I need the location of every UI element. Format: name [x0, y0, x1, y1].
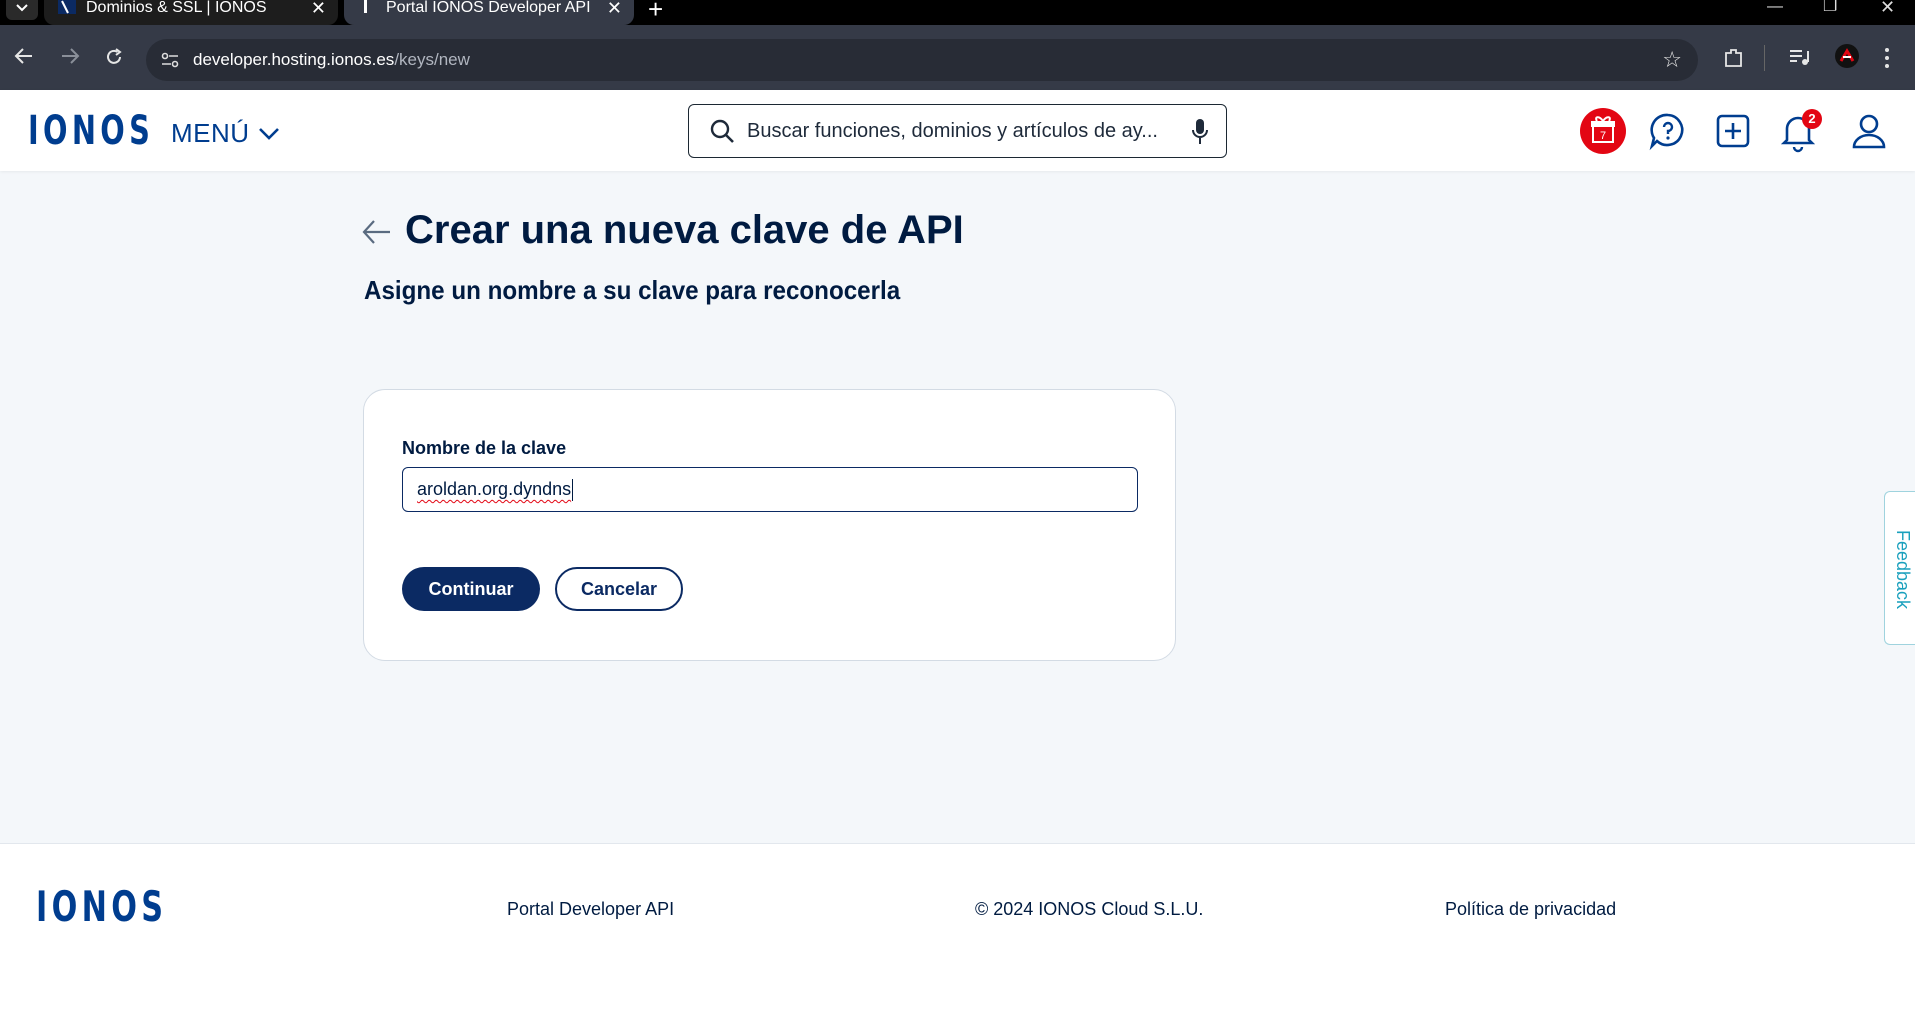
menu-label: MENÚ	[171, 118, 250, 148]
tab-developer-portal[interactable]: Portal IONOS Developer API ✕	[344, 0, 634, 25]
create-key-form-card: Nombre de la clave aroldan.org.dyndns Co…	[363, 389, 1176, 661]
ionos-favicon-icon	[364, 0, 367, 13]
restore-icon[interactable]: ❐	[1823, 0, 1837, 15]
page-title: Crear una nueva clave de API	[405, 208, 964, 252]
site-footer: IONOS Portal Developer API © 2024 IONOS …	[0, 843, 1915, 1013]
key-name-input[interactable]: aroldan.org.dyndns	[402, 467, 1138, 512]
cancel-button[interactable]: Cancelar	[555, 567, 683, 611]
notifications-badge: 2	[1802, 109, 1822, 129]
feedback-tab[interactable]: Feedback	[1884, 491, 1915, 645]
new-tab-button[interactable]: +	[648, 0, 663, 22]
microphone-icon[interactable]	[1192, 118, 1208, 146]
key-name-value: aroldan.org.dyndns	[417, 479, 572, 499]
site-settings-icon[interactable]	[160, 50, 180, 70]
footer-copyright: © 2024 IONOS Cloud S.L.U.	[975, 899, 1204, 919]
back-icon[interactable]	[14, 47, 34, 65]
toolbar-divider	[1764, 45, 1765, 71]
tab-search-button[interactable]	[6, 0, 38, 20]
more-menu-icon[interactable]	[1884, 47, 1890, 69]
ionos-favicon-icon	[58, 0, 76, 14]
bookmark-star-icon[interactable]: ☆	[1662, 47, 1682, 73]
footer-portal-link[interactable]: Portal Developer API	[507, 899, 674, 920]
tab-title: Portal IONOS Developer API	[386, 0, 591, 16]
chevron-down-icon	[258, 127, 279, 140]
tab-title: Dominios & SSL | IONOS	[86, 0, 267, 16]
minimize-icon[interactable]: —	[1767, 0, 1783, 15]
search-input[interactable]: Buscar funciones, dominios y artículos d…	[688, 104, 1227, 158]
ionos-logo[interactable]: IONOS	[28, 108, 154, 154]
window-close-icon[interactable]: ✕	[1880, 0, 1895, 16]
text-caret	[572, 478, 574, 501]
site-header: IONOS MENÚ Buscar funciones, dominios y …	[0, 90, 1915, 171]
profile-avatar-icon[interactable]	[1834, 43, 1860, 69]
tab-close-icon[interactable]: ✕	[607, 0, 622, 17]
reload-icon[interactable]	[104, 47, 124, 67]
continue-button[interactable]: Continuar	[402, 567, 540, 611]
add-icon[interactable]	[1710, 108, 1756, 154]
search-placeholder: Buscar funciones, dominios y artículos d…	[747, 120, 1158, 142]
footer-ionos-logo[interactable]: IONOS	[36, 882, 167, 931]
tab-dominios[interactable]: Dominios & SSL | IONOS ✕	[44, 0, 338, 25]
search-icon	[710, 119, 734, 143]
browser-tabstrip: Dominios & SSL | IONOS ✕ Portal IONOS De…	[0, 0, 1915, 25]
footer-privacy-link[interactable]: Política de privacidad	[1445, 899, 1616, 920]
key-name-label: Nombre de la clave	[402, 438, 567, 458]
feedback-label: Feedback	[1893, 530, 1913, 610]
menu-button[interactable]: MENÚ	[171, 118, 280, 149]
media-control-icon[interactable]	[1788, 47, 1810, 67]
back-arrow-icon[interactable]	[362, 218, 392, 246]
svg-text:7: 7	[1600, 130, 1606, 142]
tab-close-icon[interactable]: ✕	[311, 0, 326, 17]
gift-calendar-button[interactable]: 7	[1580, 108, 1626, 154]
page-subtitle: Asigne un nombre a su clave para reconoc…	[364, 275, 901, 305]
address-bar[interactable]: developer.hosting.ionos.es/keys/new ☆	[146, 39, 1698, 81]
browser-toolbar: developer.hosting.ionos.es/keys/new ☆	[0, 25, 1915, 90]
url-text[interactable]: developer.hosting.ionos.es/keys/new	[193, 50, 470, 70]
help-chat-icon[interactable]	[1645, 108, 1691, 154]
extensions-icon[interactable]	[1723, 47, 1745, 69]
gift-icon: 7	[1591, 116, 1615, 143]
chevron-down-icon	[16, 4, 28, 12]
forward-icon[interactable]	[60, 47, 80, 65]
user-account-icon[interactable]	[1846, 108, 1892, 154]
